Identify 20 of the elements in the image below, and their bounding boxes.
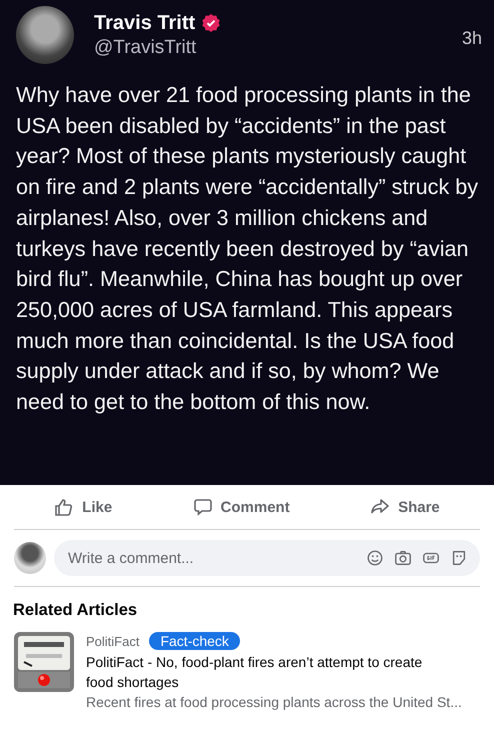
timestamp: 3h	[462, 28, 482, 49]
speech-bubble-icon	[192, 497, 213, 517]
article-headline[interactable]: PolitiFact - No, food-plant fires aren’t attempt to create food shortages	[86, 652, 431, 692]
fact-check-badge: Fact-check	[149, 632, 240, 650]
source-name: PolitiFact	[86, 634, 140, 648]
author-name: Travis Tritt	[94, 12, 196, 34]
comment-field[interactable]: Write a comment...	[66, 548, 356, 568]
thumbs-up-icon	[54, 497, 74, 517]
comment-button[interactable]: Comment	[172, 493, 310, 521]
camera-icon[interactable]	[394, 549, 412, 567]
author-handle: @TravisTritt	[94, 36, 198, 58]
section-title: Related Articles	[13, 601, 138, 620]
comment-bar[interactable]: Write a comment...	[54, 540, 480, 576]
share-button[interactable]: Share	[350, 493, 460, 521]
like-button[interactable]: Like	[34, 493, 132, 521]
sticker-icon[interactable]	[450, 549, 468, 567]
tweet-text: Why have over 21 food processing plants in the USA been disabled by “accidents” in the past year? Most of these plants mysteriously caught on fire and 2 plants were “accidentally” struck by airplanes! Also, over 3 million chickens and turkeys have recently been destroyed by “avian bird flu”. Meanwhile, China has bought up over 250,000 acres of USA farmland. This appears much more than coincidental. Is the USA food supply under attack and if so, by whom? We need to get to the bottom of this now.	[16, 81, 480, 416]
article-snippet: Recent fires at food processing plants across the United St...	[86, 693, 462, 712]
emoji-icon[interactable]	[366, 549, 384, 567]
user-avatar	[14, 542, 46, 574]
